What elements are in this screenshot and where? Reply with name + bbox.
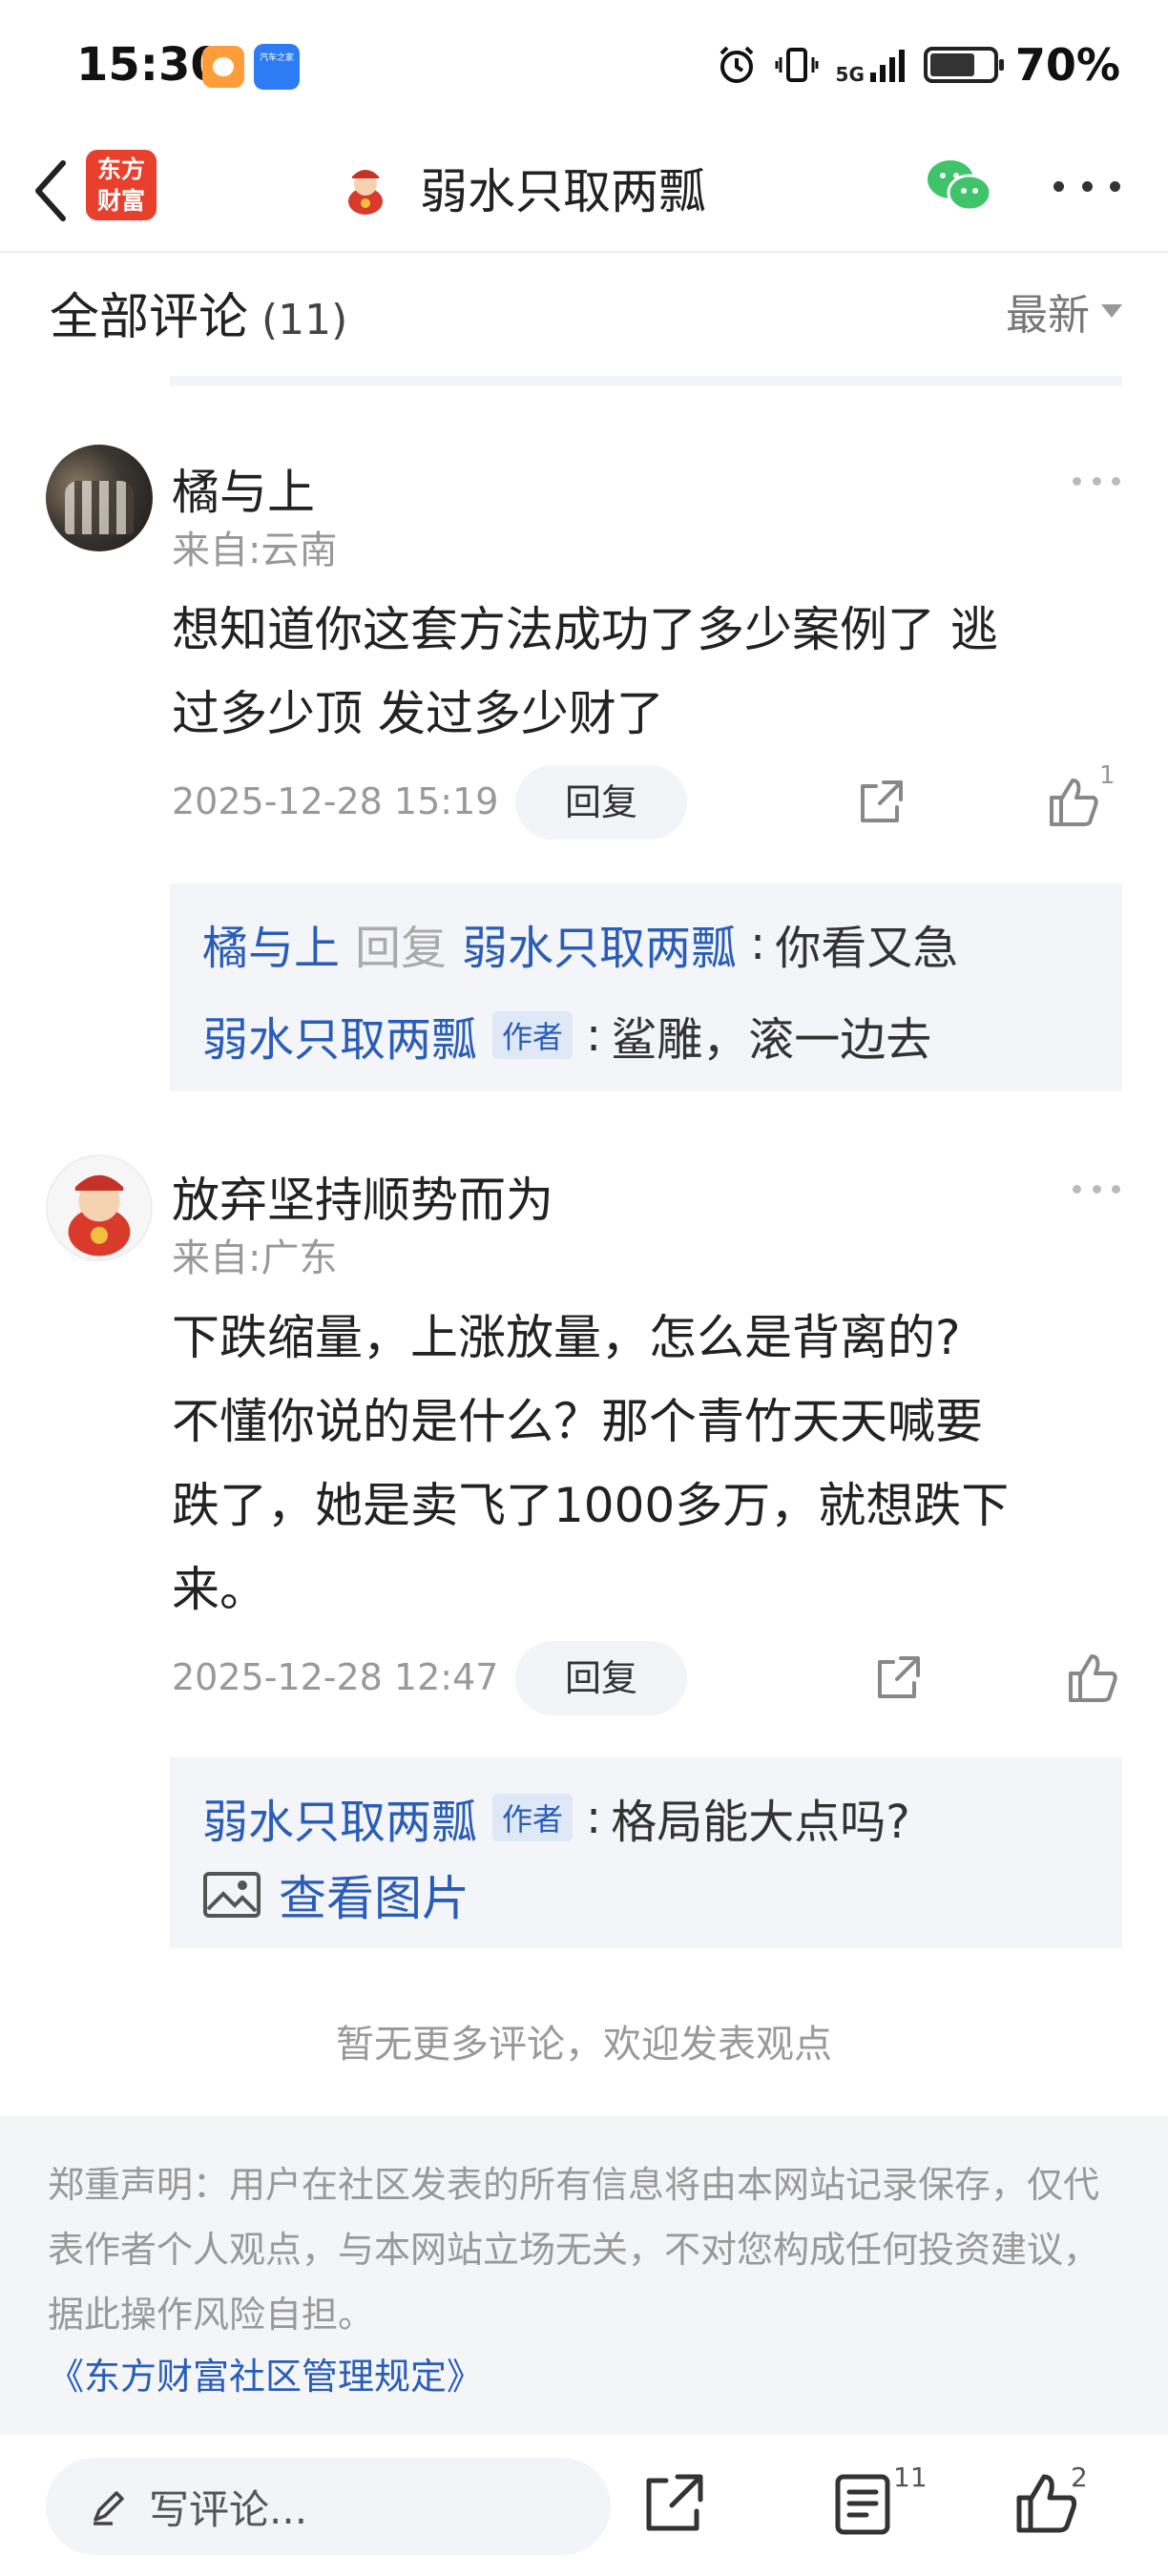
reply-text: 格局能大点吗?	[611, 1796, 910, 1849]
commenter-location: 来自:云南	[172, 529, 338, 572]
chevron-left-icon	[35, 160, 66, 221]
comment-text: 下跌缩量，上涨放量，怎么是背离的? 不懂你说的是什么？那个青竹天天喊要 跌了，她…	[172, 1296, 1107, 1631]
signal-icon: 5G	[836, 46, 907, 84]
pencil-icon	[94, 2491, 124, 2525]
share-icon[interactable]	[639, 2469, 708, 2538]
page-title-group[interactable]: 弱水只取两瓢	[334, 155, 706, 221]
reply-from-name[interactable]: 弱水只取两瓢	[202, 1002, 477, 1069]
autohome-app-icon: 汽车之家	[254, 44, 300, 90]
write-comment-placeholder: 写评论...	[149, 2485, 308, 2533]
author-avatar	[334, 156, 397, 219]
reply-to-name[interactable]: 弱水只取两瓢	[462, 910, 737, 977]
network-type: 5G	[835, 63, 865, 86]
view-image-link[interactable]: 查看图片	[202, 1860, 469, 1929]
reply-line[interactable]: 弱水只取两瓢 作者 : 格局能大点吗?	[202, 1784, 910, 1851]
disclaimer-section: 郑重声明：用户在社区发表的所有信息将由本网站记录保存，仅代表作者个人观点，与本网…	[0, 2116, 1168, 2435]
vibrate-icon	[775, 48, 819, 82]
reply-button[interactable]: 回复	[515, 1641, 687, 1715]
divider	[170, 376, 1122, 385]
like-count-badge: 2	[1071, 2462, 1088, 2493]
reply-verb: 回复	[355, 922, 448, 975]
comments-label: 全部评论	[50, 289, 249, 346]
logo-text: 东方财富	[97, 156, 146, 215]
more-options-button[interactable]	[1053, 170, 1120, 202]
comment-more-button[interactable]	[1073, 1185, 1120, 1196]
comment-list-icon[interactable]	[828, 2469, 897, 2538]
status-bar: 15:30 汽车之家 5G 70%	[0, 0, 1168, 134]
sort-dropdown[interactable]: 最新	[1006, 280, 1122, 342]
no-more-comments: 暂无更多评论，欢迎发表观点	[336, 2023, 832, 2067]
image-icon	[203, 1872, 261, 1918]
back-button[interactable]	[21, 153, 78, 229]
like-count: 1	[1099, 761, 1116, 790]
comment-text-line: 下跌缩量，上涨放量，怎么是背离的?	[172, 1310, 961, 1365]
battery-icon	[923, 47, 1004, 83]
comment-text-line: 来。	[172, 1562, 267, 1617]
reply-from-name[interactable]: 弱水只取两瓢	[202, 1784, 477, 1851]
alarm-icon	[720, 46, 753, 83]
avatar[interactable]	[46, 445, 153, 551]
status-time: 15:30	[76, 38, 222, 92]
avatar[interactable]	[46, 1154, 153, 1261]
comment-text-line: 不懂你说的是什么？那个青竹天天喊要	[172, 1394, 983, 1449]
like-icon[interactable]	[1065, 1651, 1120, 1706]
fortune-god-icon	[348, 170, 383, 215]
status-indicators: 5G 70%	[716, 36, 1120, 93]
reply-line[interactable]: 橘与上 回复 弱水只取两瓢 : 你看又急	[202, 910, 958, 977]
comment-meta: 2025-12-28 12:47 回复	[172, 1641, 1120, 1717]
comment-more-button[interactable]	[1073, 477, 1120, 488]
disclaimer-text: 郑重声明：用户在社区发表的所有信息将由本网站记录保存，仅代表作者个人观点，与本网…	[48, 2164, 1100, 2336]
author-badge: 作者	[492, 1011, 574, 1059]
eastmoney-logo[interactable]: 东方财富	[86, 150, 156, 220]
battery-fill	[929, 53, 974, 76]
page-title: 弱水只取两瓢	[420, 164, 706, 219]
reply-button[interactable]: 回复	[515, 765, 687, 840]
comment-meta: 2025-12-28 15:19 回复 1	[172, 761, 1120, 841]
comment-text-line: 跌了，她是卖飞了1000多万，就想跌下	[172, 1478, 1010, 1533]
commenter-name[interactable]: 放弃坚持顺势而为	[172, 1162, 553, 1231]
comments-count: (11)	[261, 296, 348, 344]
comments-header: 全部评论 (11) 最新	[50, 277, 1122, 353]
replies-box[interactable]: 弱水只取两瓢 作者 : 格局能大点吗? 查看图片	[170, 1757, 1122, 1948]
comment-date: 2025-12-28 12:47	[172, 1656, 499, 1698]
wechat-share-icon[interactable]	[924, 155, 994, 216]
comment-count-badge: 11	[893, 2462, 928, 2493]
bottom-action-bar: 写评论... 11 2	[0, 2435, 1168, 2576]
replies-box[interactable]: 橘与上 回复 弱水只取两瓢 : 你看又急 弱水只取两瓢 作者 : 鲨雕，滚一边去	[170, 883, 1122, 1091]
write-comment-input[interactable]: 写评论...	[46, 2458, 611, 2555]
battery-percent: 70%	[1014, 39, 1120, 91]
view-image-label: 查看图片	[279, 1871, 469, 1926]
caret-down-icon	[1101, 304, 1122, 318]
comment-text-line: 过多少顶 发过多少财了	[172, 686, 664, 741]
community-rules-link[interactable]: 《东方财富社区管理规定》	[48, 2347, 1120, 2399]
reply-from-name[interactable]: 橘与上	[202, 910, 340, 977]
reply-text: 你看又急	[775, 922, 959, 975]
like-icon[interactable]	[1046, 775, 1101, 830]
share-icon[interactable]	[855, 777, 907, 828]
share-icon[interactable]	[872, 1652, 924, 1704]
reply-text: 鲨雕，滚一边去	[611, 1013, 932, 1067]
commenter-location: 来自:广东	[172, 1236, 338, 1280]
comment-text-line: 想知道你这套方法成功了多少案例了 逃	[172, 602, 998, 657]
commenter-name[interactable]: 橘与上	[172, 454, 315, 523]
comment-date: 2025-12-28 15:19	[172, 780, 499, 822]
fortune-god-icon	[68, 1174, 131, 1257]
autohome-app-label: 汽车之家	[259, 53, 294, 63]
top-nav-bar: 东方财富 弱水只取两瓢	[0, 134, 1168, 253]
reply-line[interactable]: 弱水只取两瓢 作者 : 鲨雕，滚一边去	[202, 1002, 931, 1069]
comment-text: 想知道你这套方法成功了多少案例了 逃 过多少顶 发过多少财了	[172, 588, 1107, 756]
notification-app-icon	[202, 46, 244, 88]
sort-label: 最新	[1006, 291, 1090, 340]
author-badge: 作者	[492, 1794, 574, 1841]
